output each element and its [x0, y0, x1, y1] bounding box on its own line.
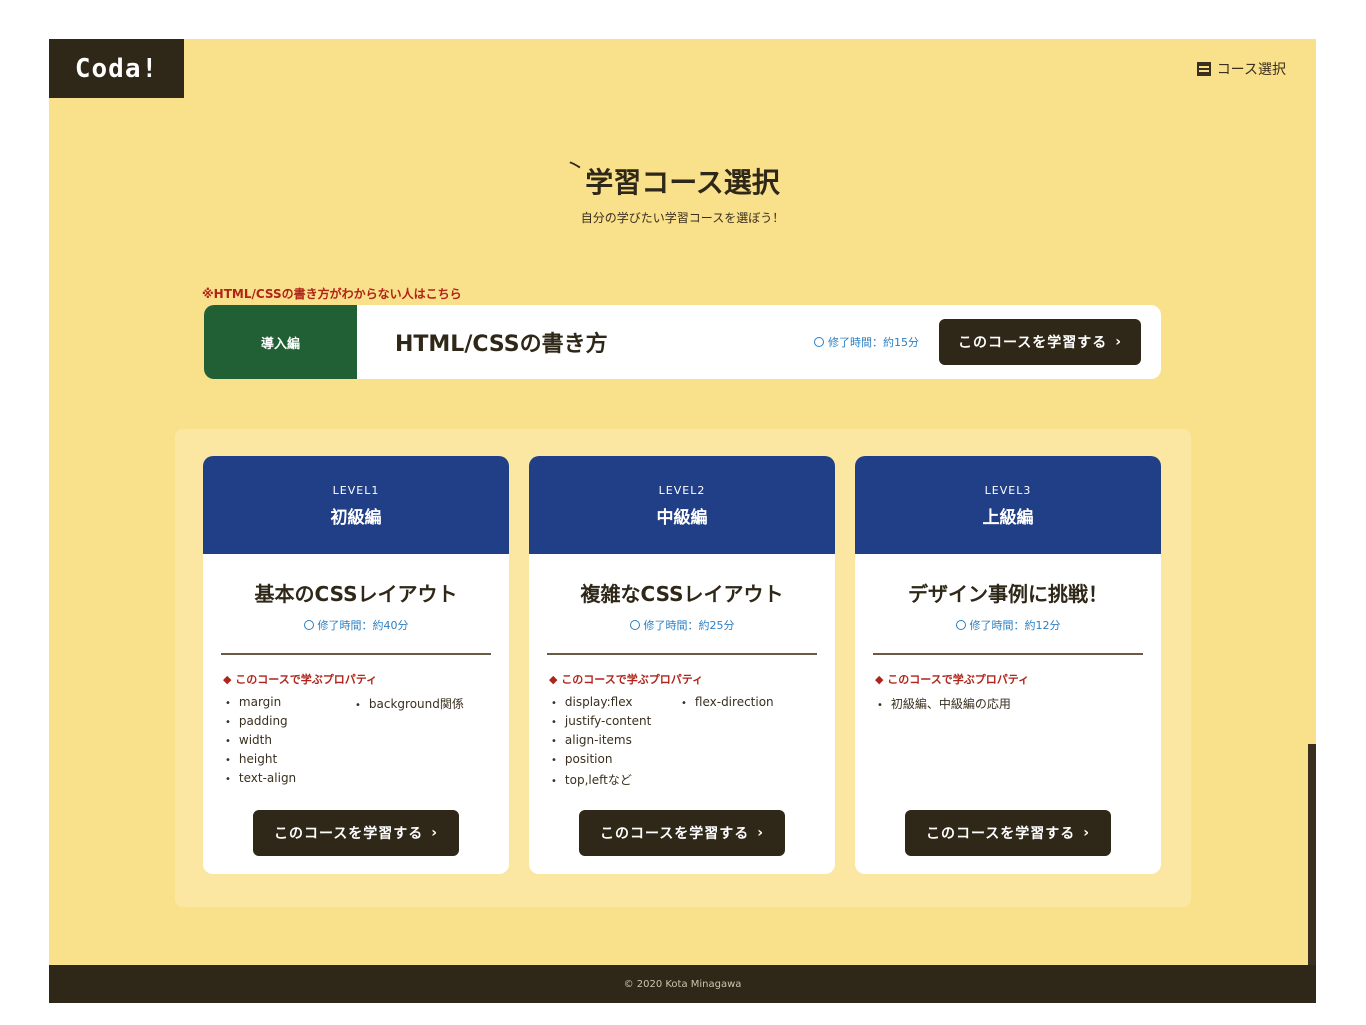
nav-course-label: コース選択 — [1216, 62, 1286, 78]
card-level-name: 上級編 — [982, 508, 1034, 528]
intro-badge: 導入編 — [204, 305, 357, 379]
card-title: 複雑なCSSレイアウト — [580, 582, 784, 606]
prop-item: background関係 — [355, 695, 464, 712]
page-title: 学習コース選択 — [585, 166, 780, 199]
prop-item: text-align — [225, 771, 296, 785]
prop-item: top,leftなど — [551, 771, 632, 788]
intro-title: HTML/CSSの書き方 — [395, 332, 608, 357]
card-props-label: ◆ このコースで学ぶプロパティ — [875, 673, 1030, 686]
intro-link[interactable]: ※HTML/CSSの書き方がわからない人はこちら — [202, 285, 462, 302]
intro-course-bar: 導入編 HTML/CSSの書き方 修了時間：約15分 このコースを学習する › — [204, 305, 1161, 379]
clock-icon — [955, 620, 966, 630]
card-divider — [547, 653, 817, 655]
card-level: LEVEL3 — [984, 484, 1032, 497]
chevron-right-icon: › — [757, 825, 765, 841]
card-props-list: 初級編、中級編の応用 — [877, 695, 1161, 795]
card-header: LEVEL3 上級編 — [855, 456, 1161, 554]
clock-icon — [303, 620, 314, 630]
course-start-button[interactable]: このコースを学習する › — [253, 810, 459, 856]
course-start-button[interactable]: このコースを学習する › — [579, 810, 785, 856]
course-start-button[interactable]: このコースを学習する › — [905, 810, 1111, 856]
card-time: 修了時間：約12分 — [855, 617, 1161, 633]
copyright: © 2020 Kota Minagawa — [623, 978, 742, 990]
scrollbar-thumb[interactable] — [1308, 744, 1316, 965]
prop-item: align-items — [551, 733, 632, 747]
card-header: LEVEL1 初級編 — [203, 456, 509, 554]
chevron-right-icon: › — [1115, 334, 1123, 350]
clock-icon — [814, 337, 824, 347]
hero: ヽ 学習コース選択 自分の学びたい学習コースを選ぼう！ — [49, 139, 1316, 226]
card-props-label: ◆ このコースで学ぶプロパティ — [549, 673, 704, 686]
page-subtitle: 自分の学びたい学習コースを選ぼう！ — [580, 211, 785, 225]
prop-item: margin — [225, 695, 281, 709]
course-card-level2: LEVEL2 中級編 複雑なCSSレイアウト 修了時間：約25分 ◆ このコース… — [529, 456, 835, 874]
card-title: 基本のCSSレイアウト — [254, 582, 458, 606]
prop-item: display:flex — [551, 695, 633, 709]
clock-icon — [629, 620, 640, 630]
prop-item: position — [551, 752, 613, 766]
card-header: LEVEL2 中級編 — [529, 456, 835, 554]
prop-item: justify-content — [551, 714, 651, 728]
prop-item: 初級編、中級編の応用 — [877, 695, 1011, 712]
card-title: デザイン事例に挑戦！ — [908, 582, 1108, 606]
card-level: LEVEL1 — [332, 484, 380, 497]
intro-start-button[interactable]: このコースを学習する › — [939, 319, 1141, 365]
course-card-level3: LEVEL3 上級編 デザイン事例に挑戦！ 修了時間：約12分 ◆ このコースで… — [855, 456, 1161, 874]
card-time: 修了時間：約40分 — [203, 617, 509, 633]
prop-item: width — [225, 733, 272, 747]
card-divider — [873, 653, 1143, 655]
page: Coda! コース選択 ヽ 学習コース選択 自分の学びたい学習コースを選ぼう！ … — [49, 39, 1316, 1003]
prop-item: padding — [225, 714, 288, 728]
nav-course-select[interactable]: コース選択 — [1196, 59, 1286, 79]
prop-item: flex-direction — [681, 695, 774, 709]
card-props-list: margin padding width height text-align b… — [225, 695, 509, 795]
card-divider — [221, 653, 491, 655]
logo[interactable]: Coda! — [49, 39, 184, 98]
prop-item: height — [225, 752, 277, 766]
intro-time: 修了時間：約15分 — [814, 334, 919, 350]
card-level-name: 中級編 — [656, 508, 708, 528]
course-card-level1: LEVEL1 初級編 基本のCSSレイアウト 修了時間：約40分 ◆ このコース… — [203, 456, 509, 874]
card-time: 修了時間：約25分 — [529, 617, 835, 633]
chevron-right-icon: › — [431, 825, 439, 841]
course-cards-panel: LEVEL1 初級編 基本のCSSレイアウト 修了時間：約40分 ◆ このコース… — [175, 429, 1191, 907]
card-props-label: ◆ このコースで学ぶプロパティ — [223, 673, 378, 686]
chevron-right-icon: › — [1083, 825, 1091, 841]
card-props-list: display:flex justify-content align-items… — [551, 695, 835, 795]
footer: © 2020 Kota Minagawa — [49, 965, 1316, 1003]
menu-icon — [1196, 62, 1211, 76]
card-level-name: 初級編 — [330, 508, 382, 528]
card-level: LEVEL2 — [658, 484, 706, 497]
